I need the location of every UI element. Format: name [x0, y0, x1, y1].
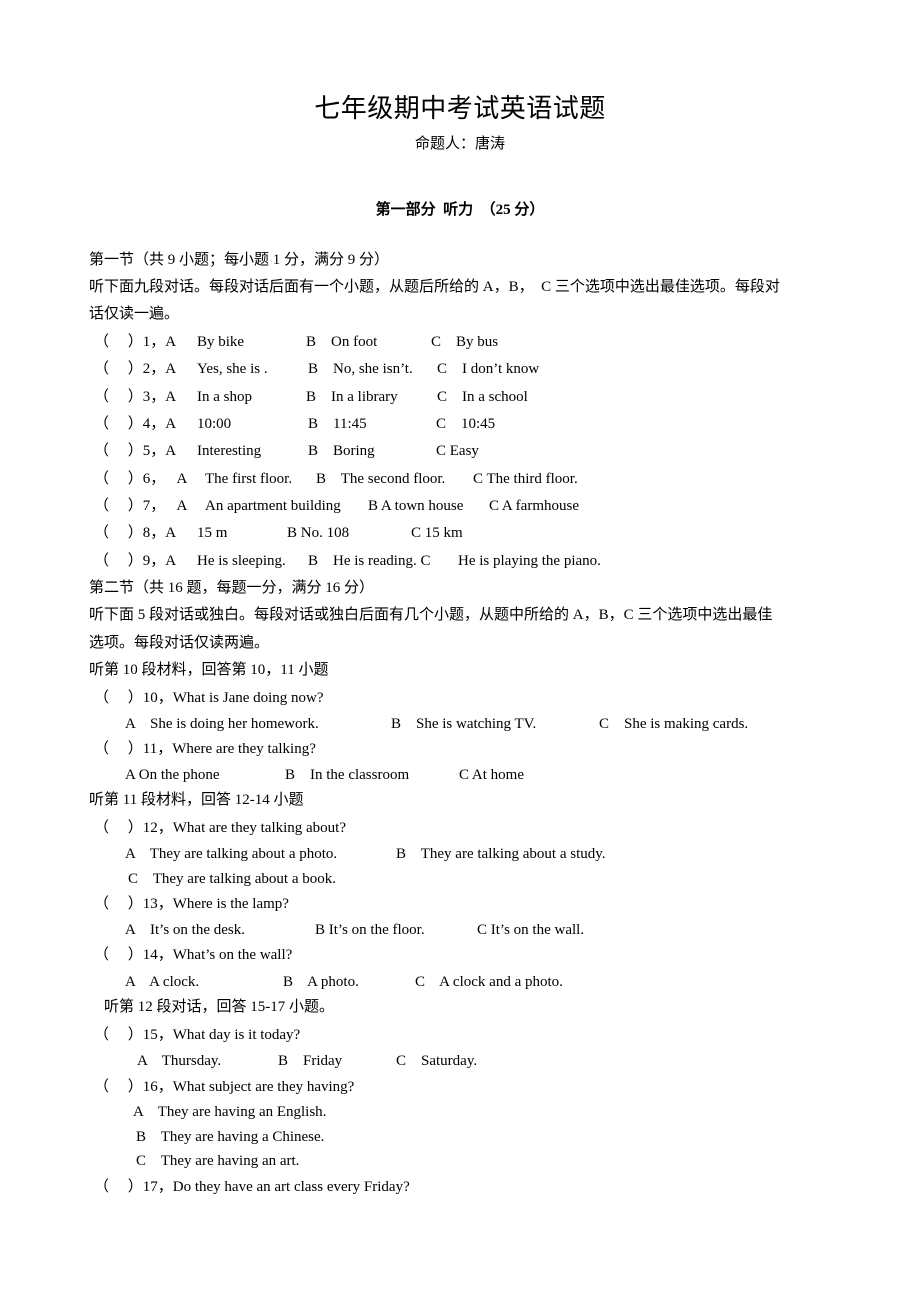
- question-15-option-a: A Thursday.: [137, 1053, 222, 1069]
- question-12-option-b: B They are talking about a study.: [396, 846, 606, 862]
- question-11-stem: （ ）11，Where are they talking?: [94, 741, 316, 757]
- question-13-option-b: B It’s on the floor.: [315, 922, 425, 938]
- section2-instruction-cont: 选项。每段对话仅读两遍。: [89, 635, 270, 651]
- option-b: B The second floor.: [316, 471, 446, 487]
- option-a: In a shop: [197, 389, 252, 405]
- question-prefix: （ ）8，A: [94, 525, 177, 541]
- question-12-option-c: C They are talking about a book.: [128, 871, 337, 887]
- question-15-stem: （ ）15，What day is it today?: [94, 1027, 301, 1043]
- option-c: C Easy: [436, 443, 479, 459]
- option-c: C A farmhouse: [489, 498, 579, 514]
- option-b: B On foot: [306, 334, 378, 350]
- section1-instruction-cont: 话仅读一遍。: [89, 306, 180, 322]
- option-b: B 11:45: [308, 416, 367, 432]
- question-13-option-a: A It’s on the desk.: [125, 922, 245, 938]
- question-prefix: （ ）1，A: [94, 334, 177, 350]
- option-a: An apartment building: [205, 498, 341, 514]
- option-a: 10:00: [197, 416, 232, 432]
- option-b: B No, she isn’t.: [308, 361, 413, 377]
- question-14-option-c: C A clock and a photo.: [415, 974, 563, 990]
- option-b: B No. 108: [287, 525, 350, 541]
- option-b: B A town house: [368, 498, 464, 514]
- option-a: He is sleeping.: [197, 553, 286, 569]
- section1-heading: 第一节（共 9 小题；每小题 1 分，满分 9 分）: [89, 252, 390, 268]
- question-16-stem: （ ）16，What subject are they having?: [94, 1079, 355, 1095]
- question-13-stem: （ ）13，Where is the lamp?: [94, 896, 289, 912]
- group-label: 听第 12 段对话，回答 15-17 小题。: [104, 999, 334, 1015]
- question-11-option-c: C At home: [459, 767, 525, 783]
- group-label: 听第 10 段材料，回答第 10，11 小题: [89, 662, 329, 678]
- option-a: 15 m: [197, 525, 228, 541]
- question-12-option-a: A They are talking about a photo.: [125, 846, 338, 862]
- option-a: Yes, she is .: [197, 361, 268, 377]
- question-prefix: （ ）4，A: [94, 416, 177, 432]
- question-prefix: （ ）3，A: [94, 389, 177, 405]
- question-15-option-b: B Friday: [278, 1053, 343, 1069]
- question-prefix: （ ）9，A: [94, 553, 177, 569]
- question-17-stem: （ ）17，Do they have an art class every Fr…: [94, 1179, 410, 1195]
- question-prefix: （ ）7， A: [94, 498, 188, 514]
- question-11-option-a: A On the phone: [125, 767, 220, 783]
- author-line: 命题人：唐涛: [414, 136, 505, 152]
- group-label: 听第 11 段材料，回答 12-14 小题: [89, 792, 304, 808]
- section1-instruction: 听下面九段对话。每段对话后面有一个小题，从题后所给的 A，B， C 三个选项中选…: [89, 279, 780, 295]
- option-b: B In a library: [306, 389, 398, 405]
- option-b: B Boring: [308, 443, 375, 459]
- section2-instruction: 听下面 5 段对话或独白。每段对话或独白后面有几个小题，从题中所给的 A，B，C…: [89, 607, 773, 623]
- question-10-option-c: C She is making cards.: [599, 716, 749, 732]
- question-10-option-a: A She is doing her homework.: [125, 716, 319, 732]
- question-16-option-a: A They are having an English.: [133, 1104, 327, 1120]
- question-12-stem: （ ）12，What are they talking about?: [94, 820, 347, 836]
- option-b: B He is reading. C: [308, 553, 431, 569]
- option-c: C The third floor.: [473, 471, 578, 487]
- question-15-option-c: C Saturday.: [396, 1053, 478, 1069]
- option-c: C 10:45: [436, 416, 496, 432]
- option-a: By bike: [197, 334, 245, 350]
- option-a: The first floor.: [205, 471, 293, 487]
- page-title: 七年级期中考试英语试题: [314, 94, 606, 124]
- question-prefix: （ ）5，A: [94, 443, 177, 459]
- question-14-option-a: A A clock.: [125, 974, 200, 990]
- part-heading: 第一部分 听力 （25 分）: [375, 202, 545, 218]
- option-a: Interesting: [197, 443, 262, 459]
- option-c: C 15 km: [411, 525, 463, 541]
- option-c: He is playing the piano.: [458, 553, 601, 569]
- section2-heading: 第二节（共 16 题，每题一分，满分 16 分）: [89, 580, 375, 596]
- question-10-option-b: B She is watching TV.: [391, 716, 537, 732]
- question-prefix: （ ）6， A: [94, 471, 188, 487]
- option-c: C I don’t know: [437, 361, 540, 377]
- option-c: C By bus: [431, 334, 499, 350]
- question-16-option-b: B They are having a Chinese.: [136, 1129, 325, 1145]
- question-14-option-b: B A photo.: [283, 974, 359, 990]
- question-14-stem: （ ）14，What’s on the wall?: [94, 947, 293, 963]
- option-c: C In a school: [437, 389, 528, 405]
- question-11-option-b: B In the classroom: [285, 767, 410, 783]
- question-10-stem: （ ）10，What is Jane doing now?: [94, 690, 324, 706]
- question-13-option-c: C It’s on the wall.: [477, 922, 585, 938]
- question-16-option-c: C They are having an art.: [136, 1153, 300, 1169]
- question-prefix: （ ）2，A: [94, 361, 177, 377]
